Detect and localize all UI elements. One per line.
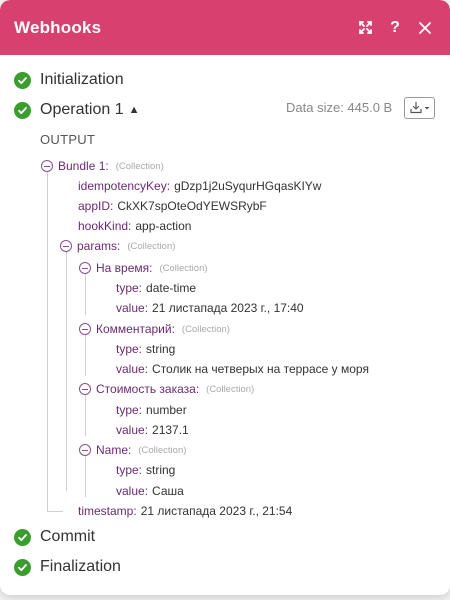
param-key: Стоимость заказа: bbox=[96, 382, 200, 396]
field-key: value: bbox=[116, 423, 149, 437]
panel-header: Webhooks ? bbox=[0, 0, 450, 55]
collapse-icon[interactable] bbox=[79, 444, 91, 456]
param-key: Комментарий: bbox=[96, 322, 175, 336]
field-hook-kind: hookKind: app-action bbox=[78, 219, 191, 233]
field-key: value: bbox=[116, 301, 149, 315]
collection-tag: (Collection) bbox=[159, 262, 208, 274]
field-key: params: bbox=[77, 239, 121, 253]
collection-tag: (Collection) bbox=[115, 160, 164, 172]
field-key: type: bbox=[116, 463, 143, 477]
field-key: value: bbox=[116, 484, 149, 498]
collection-tag: (Collection) bbox=[181, 323, 230, 335]
param-item-row[interactable]: Name: (Collection) bbox=[79, 443, 186, 457]
field-value: 21 листапада 2023 г., 21:54 bbox=[140, 504, 293, 518]
stage-label: Initialization bbox=[40, 71, 124, 88]
collapse-icon[interactable] bbox=[79, 262, 91, 274]
tree-line bbox=[85, 455, 86, 497]
param-item-row[interactable]: Стоимость заказа: (Collection) bbox=[79, 382, 254, 396]
param-value-row: value: Столик на четверых на террасе у м… bbox=[116, 362, 369, 376]
field-app-id: appID: CkXK7spOteOdYEWSRybF bbox=[78, 199, 267, 213]
param-key: Name: bbox=[96, 443, 132, 457]
success-check-icon bbox=[14, 101, 31, 119]
help-icon[interactable]: ? bbox=[384, 17, 406, 39]
field-value: string bbox=[146, 463, 176, 477]
help-label: ? bbox=[390, 18, 400, 36]
bundle-label: Bundle 1: bbox=[58, 159, 109, 173]
tree-line bbox=[66, 251, 67, 491]
field-key: type: bbox=[116, 342, 143, 356]
param-item-row[interactable]: На время: (Collection) bbox=[79, 261, 208, 275]
field-value: gDzp1j2uSyqurHGqasKIYw bbox=[174, 179, 322, 193]
param-type-row: type: string bbox=[116, 463, 175, 477]
param-value-row: value: 2137.1 bbox=[116, 423, 189, 437]
collapse-icon[interactable] bbox=[79, 383, 91, 395]
stage-commit[interactable]: Commit bbox=[14, 528, 95, 546]
collapse-icon[interactable] bbox=[60, 240, 72, 252]
field-value: Саша bbox=[152, 484, 184, 498]
collection-tag: (Collection) bbox=[138, 444, 187, 456]
field-value: string bbox=[146, 342, 176, 356]
tree-line bbox=[85, 334, 86, 376]
stage-label: Operation 1 bbox=[40, 101, 124, 118]
field-value: Столик на четверых на террасе у моря bbox=[152, 362, 369, 376]
param-item-row[interactable]: Комментарий: (Collection) bbox=[79, 322, 230, 336]
download-button[interactable] bbox=[404, 97, 435, 119]
field-idempotency-key: idempotencyKey: gDzp1j2uSyqurHGqasKIYw bbox=[78, 179, 321, 193]
field-value: app-action bbox=[135, 219, 192, 233]
field-timestamp: timestamp: 21 листапада 2023 г., 21:54 bbox=[78, 504, 292, 518]
tree-line bbox=[47, 511, 63, 512]
success-check-icon bbox=[14, 558, 31, 576]
field-value: 21 листапада 2023 г., 17:40 bbox=[152, 301, 304, 315]
field-value: date-time bbox=[146, 281, 197, 295]
panel-title: Webhooks bbox=[14, 17, 102, 37]
field-key: hookKind: bbox=[78, 219, 132, 233]
tree-line bbox=[85, 394, 86, 436]
data-size: Data size: 445.0 B bbox=[286, 100, 393, 115]
success-check-icon bbox=[14, 528, 31, 546]
success-check-icon bbox=[14, 71, 31, 89]
output-label: OUTPUT bbox=[40, 132, 96, 147]
caret-up-icon[interactable]: ▲ bbox=[129, 104, 140, 116]
bundle-row[interactable]: Bundle 1: (Collection) bbox=[41, 159, 164, 173]
collapse-icon[interactable] bbox=[79, 323, 91, 335]
stage-operation-1[interactable]: Operation 1 ▲ bbox=[14, 101, 140, 119]
expand-icon[interactable] bbox=[354, 17, 376, 39]
param-type-row: type: date-time bbox=[116, 281, 196, 295]
field-key: idempotencyKey: bbox=[78, 179, 171, 193]
field-key: appID: bbox=[78, 199, 114, 213]
field-key: value: bbox=[116, 362, 149, 376]
collection-tag: (Collection) bbox=[206, 383, 255, 395]
param-value-row: value: Саша bbox=[116, 484, 184, 498]
field-key: timestamp: bbox=[78, 504, 137, 518]
stage-initialization[interactable]: Initialization bbox=[14, 71, 124, 89]
collection-tag: (Collection) bbox=[127, 240, 176, 252]
field-value: CkXK7spOteOdYEWSRybF bbox=[117, 199, 267, 213]
close-icon[interactable] bbox=[414, 17, 436, 39]
param-type-row: type: number bbox=[116, 403, 187, 417]
collapse-icon[interactable] bbox=[41, 160, 53, 172]
field-key: type: bbox=[116, 281, 143, 295]
stage-finalization[interactable]: Finalization bbox=[14, 558, 121, 576]
field-value: number bbox=[146, 403, 187, 417]
field-value: 2137.1 bbox=[152, 423, 189, 437]
params-row[interactable]: params: (Collection) bbox=[60, 239, 175, 253]
stage-label: Commit bbox=[40, 528, 96, 545]
tree-line bbox=[85, 273, 86, 315]
field-key: type: bbox=[116, 403, 143, 417]
download-icon bbox=[409, 101, 429, 114]
stage-label: Finalization bbox=[40, 558, 121, 575]
webhooks-panel: Webhooks ? Initialization Operation 1 ▲ … bbox=[0, 0, 450, 595]
param-key: На время: bbox=[96, 261, 153, 275]
param-value-row: value: 21 листапада 2023 г., 17:40 bbox=[116, 301, 304, 315]
param-type-row: type: string bbox=[116, 342, 175, 356]
tree-line bbox=[47, 171, 48, 512]
